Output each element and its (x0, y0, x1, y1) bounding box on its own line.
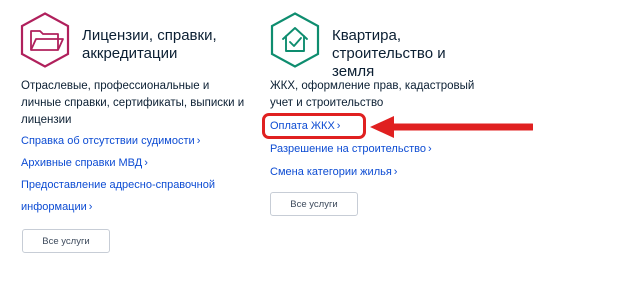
link-label: Разрешение на строительство (270, 143, 426, 155)
chevron-right-icon: › (196, 135, 201, 147)
all-services-button[interactable]: Все услуги (270, 192, 358, 216)
card-title-line: Лицензии, справки, (82, 27, 217, 44)
house-check-icon (270, 12, 320, 68)
description-line: личные справки, сертификаты, выписки и (21, 97, 245, 109)
all-services-button[interactable]: Все услуги (22, 229, 110, 253)
link-mvd-archive-certificates[interactable]: Архивные справки МВД › (21, 156, 246, 170)
card-title-line: Квартира, (332, 27, 401, 44)
card-header: Квартира, строительство и земля (270, 0, 500, 80)
card-header: Лицензии, справки, аккредитации (20, 0, 245, 72)
chevron-right-icon: › (88, 201, 93, 213)
link-label: Предоставление адресно-справочной (21, 179, 215, 191)
description-line: учет и строительство (270, 97, 384, 109)
service-links: Справка об отсутствии судимости › Архивны… (21, 134, 246, 226)
link-label: Оплата ЖКХ (270, 120, 335, 132)
card-description: ЖКХ, оформление прав, кадастровый учет и… (270, 78, 485, 112)
card-title-line: аккредитации (82, 45, 178, 62)
link-label: Справка об отсутствии судимости (21, 135, 195, 147)
link-address-reference-info[interactable]: Предоставление адресно-справочной информ… (21, 174, 246, 218)
card-description: Отраслевые, профессиональные и личные сп… (21, 78, 246, 129)
link-building-permit[interactable]: Разрешение на строительство › (270, 142, 500, 156)
chevron-right-icon: › (336, 120, 341, 132)
folder-icon (20, 12, 70, 68)
card-licenses: Лицензии, справки, аккредитации Отраслев… (20, 0, 245, 253)
description-line: лицензии (21, 114, 72, 126)
link-criminal-record-certificate[interactable]: Справка об отсутствии судимости › (21, 134, 246, 148)
link-label: Смена категории жилья (270, 166, 392, 178)
chevron-right-icon: › (427, 143, 432, 155)
chevron-right-icon: › (393, 166, 398, 178)
link-label: Архивные справки МВД (21, 157, 143, 169)
card-title: Квартира, строительство и земля (332, 27, 446, 81)
card-title-line: строительство и (332, 45, 446, 62)
pointer-arrow-icon (370, 116, 533, 138)
link-label: информации (21, 201, 87, 213)
card-title: Лицензии, справки, аккредитации (82, 27, 217, 63)
chevron-right-icon: › (144, 157, 148, 169)
link-housing-category-change[interactable]: Смена категории жилья › (270, 165, 500, 179)
description-line: Отраслевые, профессиональные и (21, 80, 210, 92)
description-line: ЖКХ, оформление прав, кадастровый (270, 80, 475, 92)
card-housing: Квартира, строительство и земля ЖКХ, офо… (270, 0, 500, 216)
